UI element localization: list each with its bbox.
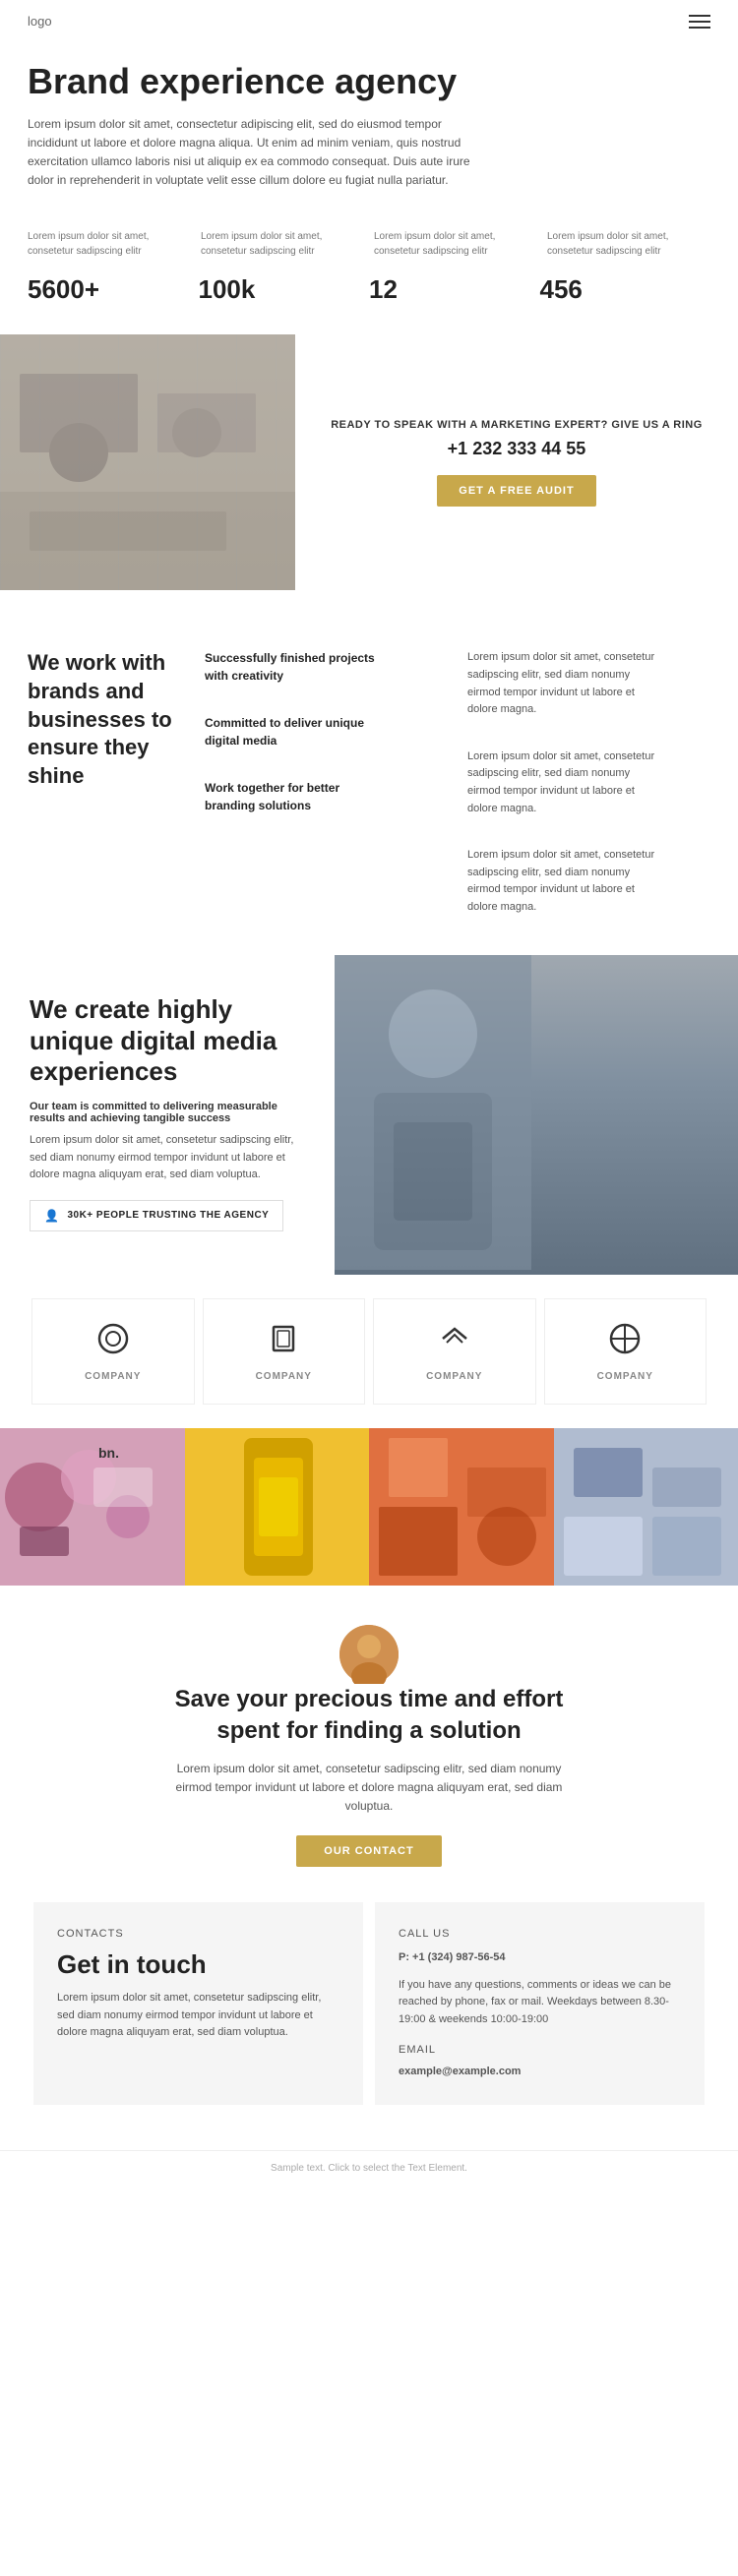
- digital-section: We create highly unique digital media ex…: [0, 955, 738, 1275]
- call-phone: P: +1 (324) 987-56-54: [399, 1949, 681, 1967]
- work-title-1: Successfully finished projects with crea…: [205, 649, 382, 685]
- call-desc: If you have any questions, comments or i…: [399, 1977, 681, 2029]
- gallery-item-3: [369, 1428, 554, 1586]
- cta-right: READY TO SPEAK WITH A MARKETING EXPERT? …: [295, 334, 738, 590]
- stat-num-3: 12: [369, 274, 540, 305]
- logos-section: COMPANY COMPANY COMPANY COMPANY: [0, 1275, 738, 1428]
- testimonial-section: Save your precious time and effort spent…: [0, 1586, 738, 1896]
- logo-label-3: COMPANY: [426, 1371, 482, 1382]
- gallery-item-2: [185, 1428, 370, 1586]
- stat-num-2: 100k: [199, 274, 370, 305]
- office-image: [0, 334, 295, 590]
- work-title-2: Committed to deliver unique digital medi…: [205, 714, 382, 749]
- hero-title: Brand experience agency: [28, 62, 520, 101]
- digital-person-img-bg: [335, 955, 738, 1275]
- company-logo-1: [95, 1321, 131, 1363]
- work-titles-col: Successfully finished projects with crea…: [205, 649, 448, 916]
- gallery-item-4: [554, 1428, 738, 1586]
- footer-text: Sample text. Click to select the Text El…: [271, 2163, 467, 2174]
- stat-col-3: Lorem ipsum dolor sit amet, consetetur s…: [374, 229, 537, 259]
- digital-heading: We create highly unique digital media ex…: [30, 994, 305, 1087]
- work-desc-1: Lorem ipsum dolor sit amet, consetetur s…: [467, 649, 664, 718]
- stat-col-1: Lorem ipsum dolor sit amet, consetetur s…: [28, 229, 191, 259]
- stat-col-4: Lorem ipsum dolor sit amet, consetetur s…: [547, 229, 710, 259]
- work-desc-2: Lorem ipsum dolor sit amet, consetetur s…: [467, 749, 664, 817]
- person-icon: 👤: [44, 1209, 59, 1223]
- company-logo-4: [607, 1321, 643, 1363]
- digital-subtitle: Our team is committed to delivering meas…: [30, 1101, 305, 1124]
- header: logo: [0, 0, 738, 42]
- work-heading: We work with brands and businesses to en…: [28, 649, 185, 790]
- contact-heading: Get in touch: [57, 1949, 339, 1980]
- hero-section: Brand experience agency Lorem ipsum dolo…: [0, 42, 738, 219]
- stat-num-4: 456: [540, 274, 711, 305]
- stat-num-1: 5600+: [28, 274, 199, 305]
- our-contact-button[interactable]: OUR CONTACT: [296, 1835, 441, 1867]
- logo-label-4: COMPANY: [597, 1371, 653, 1382]
- testimonial-desc: Lorem ipsum dolor sit amet, consetetur s…: [162, 1760, 576, 1817]
- contact-left-label: CONTACTS: [57, 1926, 339, 1944]
- call-label: CALL US: [399, 1926, 681, 1944]
- logo: logo: [28, 14, 52, 29]
- gallery-item-1: bn.: [0, 1428, 185, 1586]
- trust-badge[interactable]: 👤 30K+ PEOPLE TRUSTING THE AGENCY: [30, 1200, 283, 1231]
- work-desc-col: Lorem ipsum dolor sit amet, consetetur s…: [467, 649, 710, 916]
- hero-description: Lorem ipsum dolor sit amet, consectetur …: [28, 115, 480, 191]
- logo-label-1: COMPANY: [85, 1371, 141, 1382]
- free-audit-button[interactable]: GET A FREE AUDIT: [437, 475, 595, 507]
- logo-box-4: COMPANY: [544, 1298, 707, 1405]
- gallery-section: bn.: [0, 1428, 738, 1586]
- company-logo-2: [266, 1321, 301, 1363]
- stat-col-2: Lorem ipsum dolor sit amet, consetetur s…: [201, 229, 364, 259]
- office-img-bg: [0, 334, 295, 590]
- contact-right-box: CALL US P: +1 (324) 987-56-54 If you hav…: [375, 1902, 705, 2104]
- digital-left: We create highly unique digital media ex…: [0, 955, 335, 1275]
- work-title-3: Work together for better branding soluti…: [205, 779, 382, 814]
- work-heading-col: We work with brands and businesses to en…: [28, 649, 185, 916]
- contact-section: CONTACTS Get in touch Lorem ipsum dolor …: [0, 1896, 738, 2149]
- cta-phone: +1 232 333 44 55: [448, 439, 586, 459]
- logo-box-1: COMPANY: [31, 1298, 195, 1405]
- contact-left-box: CONTACTS Get in touch Lorem ipsum dolor …: [33, 1902, 363, 2104]
- work-section: We work with brands and businesses to en…: [0, 620, 738, 955]
- work-desc-3: Lorem ipsum dolor sit amet, consetetur s…: [467, 847, 664, 916]
- digital-desc: Lorem ipsum dolor sit amet, consetetur s…: [30, 1132, 305, 1184]
- logo-box-2: COMPANY: [203, 1298, 366, 1405]
- company-logo-3: [437, 1321, 472, 1363]
- cta-section: READY TO SPEAK WITH A MARKETING EXPERT? …: [0, 334, 738, 620]
- trust-badge-label: 30K+ PEOPLE TRUSTING THE AGENCY: [67, 1210, 269, 1221]
- contact-desc: Lorem ipsum dolor sit amet, consetetur s…: [57, 1990, 339, 2042]
- stats-row: 5600+ 100k 12 456: [0, 269, 738, 334]
- footer: Sample text. Click to select the Text El…: [0, 2150, 738, 2186]
- stat-columns: Lorem ipsum dolor sit amet, consetetur s…: [0, 219, 738, 269]
- avatar: [339, 1625, 399, 1684]
- ready-label: READY TO SPEAK WITH A MARKETING EXPERT? …: [331, 419, 703, 431]
- testimonial-heading: Save your precious time and effort spent…: [153, 1684, 585, 1745]
- menu-button[interactable]: [689, 15, 710, 29]
- digital-image: [335, 955, 738, 1275]
- svg-text:bn.: bn.: [98, 1445, 119, 1461]
- logo-box-3: COMPANY: [373, 1298, 536, 1405]
- logo-label-2: COMPANY: [256, 1371, 312, 1382]
- email-label: EMAIL: [399, 2042, 681, 2060]
- email-value: example@example.com: [399, 2064, 681, 2081]
